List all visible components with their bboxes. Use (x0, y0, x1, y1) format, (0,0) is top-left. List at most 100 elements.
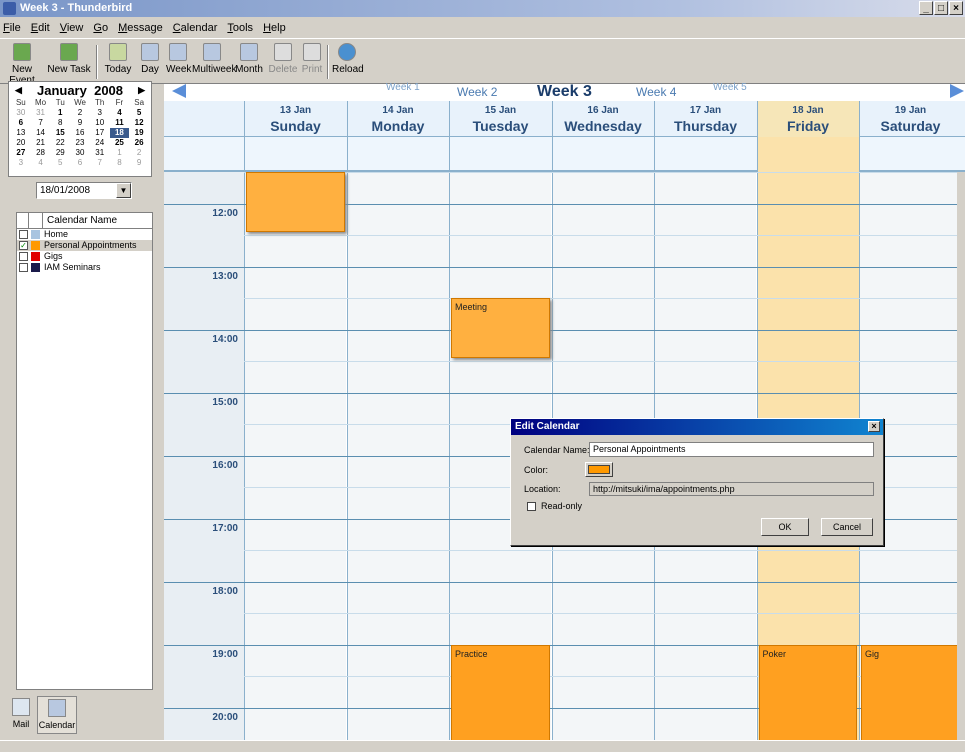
menu-edit[interactable]: Edit (31, 22, 50, 34)
color-picker-button[interactable] (585, 462, 613, 477)
mini-calendar-day[interactable]: 14 (31, 128, 51, 138)
mini-calendar-day[interactable]: 15 (50, 128, 70, 138)
mini-calendar-day[interactable]: 30 (11, 108, 31, 118)
mail-mode-button[interactable]: Mail (10, 696, 32, 729)
today-button[interactable]: Today (101, 43, 135, 75)
mini-calendar-day[interactable]: 3 (90, 108, 110, 118)
menu-help[interactable]: Help (263, 22, 286, 34)
ok-button[interactable]: OK (761, 518, 809, 536)
mini-calendar-day[interactable]: 23 (70, 138, 90, 148)
dialog-close-button[interactable]: × (868, 421, 880, 432)
week-1-link[interactable]: Week 1 (386, 82, 420, 93)
multiweek-view-button[interactable]: Multiweek (192, 43, 236, 75)
calendar-list-item[interactable]: Gigs (17, 251, 152, 262)
minimize-button[interactable]: _ (919, 1, 933, 15)
delete-button[interactable]: Delete (268, 43, 298, 75)
all-day-cell[interactable] (346, 137, 449, 172)
mini-calendar-day[interactable]: 28 (31, 148, 51, 158)
day-header-monday[interactable]: 14 Jan Monday (346, 101, 449, 137)
prev-week-arrow-icon[interactable] (172, 84, 186, 98)
event-practice[interactable]: Practice (451, 644, 550, 740)
calendar-checkbox[interactable] (19, 252, 28, 261)
read-only-checkbox[interactable] (527, 501, 536, 511)
mini-calendar-day[interactable]: 18 (109, 128, 130, 138)
mini-calendar-day[interactable]: 21 (31, 138, 51, 148)
mini-calendar-day[interactable]: 12 (129, 118, 149, 128)
all-day-cell[interactable] (449, 137, 551, 172)
mini-calendar-day[interactable]: 4 (31, 158, 51, 168)
week-2-link[interactable]: Week 2 (457, 85, 497, 99)
mini-calendar-day[interactable]: 1 (110, 148, 130, 158)
mini-calendar-day[interactable]: 24 (90, 138, 110, 148)
mini-calendar-day[interactable]: 26 (129, 138, 149, 148)
all-day-cell[interactable] (551, 137, 654, 172)
read-only-option[interactable]: Read-only (527, 501, 582, 511)
all-day-cell[interactable] (654, 137, 756, 172)
mini-calendar-day[interactable]: 17 (90, 128, 110, 138)
menu-message[interactable]: Message (118, 22, 163, 34)
menu-tools[interactable]: Tools (227, 22, 253, 34)
calendar-list-item[interactable]: ✓ Personal Appointments (17, 240, 152, 251)
next-week-arrow-icon[interactable] (950, 84, 964, 98)
menu-view[interactable]: View (60, 22, 84, 34)
mini-calendar-day[interactable]: 4 (110, 108, 130, 118)
mini-calendar-day[interactable]: 13 (11, 128, 31, 138)
menu-calendar[interactable]: Calendar (173, 22, 218, 34)
calendar-checkbox[interactable] (19, 263, 28, 272)
event-meeting[interactable]: Meeting (451, 298, 550, 358)
mini-calendar-day[interactable]: 7 (90, 158, 110, 168)
day-view-button[interactable]: Day (138, 43, 162, 75)
event-untitled[interactable] (246, 172, 345, 232)
calendar-list-item[interactable]: Home (17, 229, 152, 240)
mini-calendar-day[interactable]: 27 (11, 148, 31, 158)
dropdown-arrow-icon[interactable]: ▼ (116, 183, 131, 198)
week-view-button[interactable]: Week (166, 43, 191, 75)
week-5-link[interactable]: Week 5 (713, 82, 747, 93)
mini-calendar-day[interactable]: 8 (110, 158, 130, 168)
day-header-thursday[interactable]: 17 Jan Thursday (654, 101, 756, 137)
reload-button[interactable]: Reload (332, 43, 364, 75)
mini-calendar-day[interactable]: 16 (70, 128, 90, 138)
mini-calendar-day[interactable]: 29 (50, 148, 70, 158)
mini-calendar-day[interactable]: 10 (90, 118, 110, 128)
calendar-mode-button[interactable]: Calendar (37, 696, 77, 734)
mini-calendar-day[interactable]: 2 (129, 148, 149, 158)
mini-calendar-day[interactable]: 5 (129, 108, 149, 118)
mini-calendar-day[interactable]: 31 (90, 148, 110, 158)
event-poker[interactable]: Poker (758, 644, 857, 740)
new-event-button[interactable]: New Event (2, 43, 42, 86)
event-gig[interactable]: Gig (861, 644, 960, 740)
new-task-button[interactable]: New Task (46, 43, 92, 75)
prev-month-button[interactable]: ◀ (15, 85, 22, 96)
all-day-cell[interactable] (859, 137, 961, 172)
calendar-checkbox[interactable]: ✓ (19, 241, 28, 250)
day-header-sunday[interactable]: 13 Jan Sunday (244, 101, 346, 137)
mini-calendar-day[interactable]: 1 (50, 108, 70, 118)
mini-calendar-day[interactable]: 2 (70, 108, 90, 118)
mini-calendar-day[interactable]: 3 (11, 158, 31, 168)
week-4-link[interactable]: Week 4 (636, 85, 676, 99)
mini-calendar-day[interactable]: 30 (70, 148, 90, 158)
calendar-name-input[interactable]: Personal Appointments (589, 442, 874, 457)
day-header-friday[interactable]: 18 Jan Friday (756, 101, 859, 137)
close-window-button[interactable]: × (949, 1, 963, 15)
month-view-button[interactable]: Month (234, 43, 264, 75)
mini-calendar-day[interactable]: 25 (110, 138, 130, 148)
mini-calendar-day[interactable]: 7 (31, 118, 51, 128)
mini-calendar-day[interactable]: 11 (110, 118, 130, 128)
mini-calendar-day[interactable]: 20 (11, 138, 31, 148)
mini-calendar-day[interactable]: 8 (50, 118, 70, 128)
vertical-scrollbar[interactable] (957, 172, 965, 740)
menu-go[interactable]: Go (93, 22, 108, 34)
calendar-list-item[interactable]: IAM Seminars (17, 262, 152, 273)
print-button[interactable]: Print (300, 43, 324, 75)
calendar-checkbox[interactable] (19, 230, 28, 239)
date-picker[interactable]: 18/01/2008 ▼ (36, 182, 132, 199)
mini-calendar-day[interactable]: 6 (70, 158, 90, 168)
day-header-saturday[interactable]: 19 Jan Saturday (859, 101, 961, 137)
mini-calendar-day[interactable]: 22 (50, 138, 70, 148)
mini-calendar-day[interactable]: 5 (50, 158, 70, 168)
mini-calendar-day[interactable]: 9 (70, 118, 90, 128)
maximize-button[interactable]: □ (934, 1, 948, 15)
cancel-button[interactable]: Cancel (821, 518, 873, 536)
